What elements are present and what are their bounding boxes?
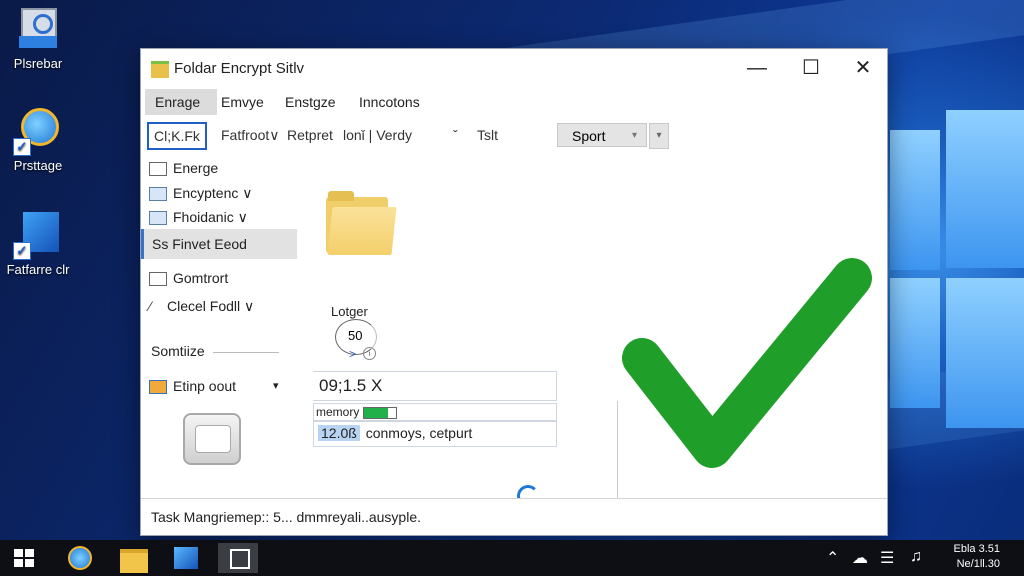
- drive-icon: [183, 413, 241, 465]
- toolbar: Cl;K.Fk Fatfroot∨ Retpret lonǐ | Verdy ˇ…: [141, 120, 887, 150]
- sidebar-item-label: Ss Finvet Eeod: [152, 236, 247, 252]
- windows-logo-pane: [890, 278, 940, 408]
- chevron-down-icon: ▾: [632, 130, 638, 141]
- clock[interactable]: Ebla 3.51 Ne/1ll.30: [954, 542, 1000, 572]
- toolbar-item-fatfroot[interactable]: Fatfroot∨: [221, 122, 280, 148]
- menu-item-inncotons[interactable]: Inncotons: [353, 89, 426, 115]
- readout-field: 09;1.5 X: [313, 371, 557, 401]
- taskbar-app-icon[interactable]: [166, 543, 206, 573]
- toolbar-item-retpret[interactable]: Retpret: [287, 122, 333, 148]
- sidebar-item-finvet-eeod[interactable]: Ss Finvet Eeod: [141, 229, 297, 259]
- shortcut-check-icon: ✓: [13, 242, 31, 260]
- taskbar-active-app-icon[interactable]: [218, 543, 258, 573]
- sidebar-item-clecel-fodll[interactable]: ⁄ Clecel Fodll ∨: [141, 291, 297, 321]
- memory-bar: [362, 406, 397, 419]
- chevron-up-icon[interactable]: ⌃: [826, 548, 839, 568]
- memory-label: memory: [316, 405, 360, 419]
- taskbar-folder-icon[interactable]: [114, 543, 154, 573]
- desktop-icon-plsrebar[interactable]: Plsrebar: [0, 6, 76, 71]
- toolbar-item-verdy[interactable]: lonǐ | Verdy: [343, 122, 412, 148]
- section-divider: [213, 352, 279, 353]
- taskbar-browser-icon[interactable]: [60, 543, 100, 573]
- memory-row: memory: [313, 403, 557, 421]
- folder-blue-icon: [149, 211, 167, 226]
- sidebar-item-label: Clecel Fodll ∨: [167, 298, 255, 314]
- network-icon: [149, 380, 167, 395]
- taskbar: ⌃ ☁ ☰ ♫ Ebla 3.51 Ne/1ll.30: [0, 540, 1024, 576]
- sidebar-item-fhoidanic[interactable]: Fhoidanic ∨: [141, 202, 297, 232]
- folder-blue-icon: [149, 187, 167, 202]
- desktop-icon-label: Prsttage: [13, 158, 63, 173]
- command-code: 12.0ß: [318, 425, 360, 441]
- sort-dropdown[interactable]: Sport ▾: [557, 123, 647, 147]
- sidebar-item-gomtrort[interactable]: Gomtrort: [141, 263, 297, 293]
- desktop-icon-fatfarre[interactable]: ✓ Fatfarre clr: [0, 212, 76, 277]
- desktop-icon-label: Fatfarre clr: [6, 262, 70, 277]
- browser-icon: ✓: [13, 108, 61, 156]
- sort-label: Sport: [572, 128, 606, 144]
- shortcut-check-icon: ✓: [13, 138, 31, 156]
- command-field[interactable]: 12.0ß conmoys, cetpurt: [313, 421, 557, 447]
- pen-icon: ⁄: [149, 298, 152, 314]
- chevron-down-icon: ▾: [273, 380, 279, 392]
- windows-logo-pane: [946, 278, 1024, 428]
- logger-label: Lotger: [331, 304, 368, 319]
- title-bar[interactable]: Foldar Encrypt Sitlv — ☐ ✕: [141, 49, 887, 87]
- menu-item-enstgze[interactable]: Enstgze: [279, 89, 342, 115]
- command-text: conmoys, cetpurt: [365, 425, 473, 441]
- toolbar-item-tslt[interactable]: Tslt: [477, 122, 498, 148]
- menu-bar: Enrage Emvye Enstgze Inncotons: [141, 87, 887, 117]
- volume-icon[interactable]: ♫: [910, 548, 922, 566]
- status-text: Task Mangriemep:: 5... dmmreyali..ausypl…: [151, 509, 421, 525]
- minimize-button[interactable]: —: [737, 55, 777, 83]
- sidebar-item-label: Etinp oout: [173, 378, 237, 394]
- success-checkmark-icon: [622, 258, 872, 468]
- windows-logo-pane: [946, 110, 1024, 268]
- sidebar-section-label: Somtiize: [151, 343, 205, 359]
- window-icon: [149, 272, 167, 287]
- sidebar-item-label: Gomtrort: [173, 270, 229, 286]
- notes-icon[interactable]: ☰: [880, 548, 894, 568]
- cloud-icon[interactable]: ☁: [852, 548, 868, 568]
- sidebar-item-label: Energe: [173, 160, 219, 176]
- arrow-right-icon: >: [349, 347, 357, 361]
- sidebar-item-etinp-oout[interactable]: Etinp oout ▾: [141, 371, 297, 401]
- dropdown-arrow-button[interactable]: ▾: [649, 123, 669, 149]
- app-window-icon: ✓: [13, 212, 61, 260]
- info-icon: i: [363, 347, 376, 360]
- start-windows-icon[interactable]: [14, 549, 34, 567]
- folder-icon: [151, 61, 169, 78]
- sidebar-item-label: Fhoidanic ∨: [173, 209, 248, 225]
- logger-value: 50: [348, 328, 363, 343]
- toolbar-item-caret[interactable]: ˇ: [453, 122, 458, 148]
- maximize-button[interactable]: ☐: [791, 55, 831, 83]
- close-button[interactable]: ✕: [843, 55, 883, 83]
- clock-date: Ne/1ll.30: [956, 558, 1000, 570]
- clock-time: Ebla 3.51: [953, 543, 1000, 555]
- window-title: Foldar Encrypt Sitlv: [174, 60, 305, 77]
- memory-bar-fill: [363, 407, 388, 418]
- readout-value: 09;1.5 X: [319, 376, 383, 395]
- sidebar-item-label: Encyptenc ∨: [173, 185, 253, 201]
- menu-item-enrage[interactable]: Enrage: [145, 89, 217, 115]
- document-icon: [149, 162, 167, 177]
- menu-item-emvye[interactable]: Emvye: [215, 89, 270, 115]
- computer-icon: [15, 6, 61, 52]
- folder-icon[interactable]: [326, 191, 397, 255]
- windows-logo-pane: [890, 130, 940, 270]
- desktop-icon-prsttage[interactable]: ✓ Prsttage: [0, 108, 76, 173]
- desktop-icon-label: Plsrebar: [13, 56, 63, 71]
- status-bar: Task Mangriemep:: 5... dmmreyali..ausypl…: [141, 498, 887, 535]
- toolbar-item-first[interactable]: Cl;K.Fk: [147, 122, 207, 150]
